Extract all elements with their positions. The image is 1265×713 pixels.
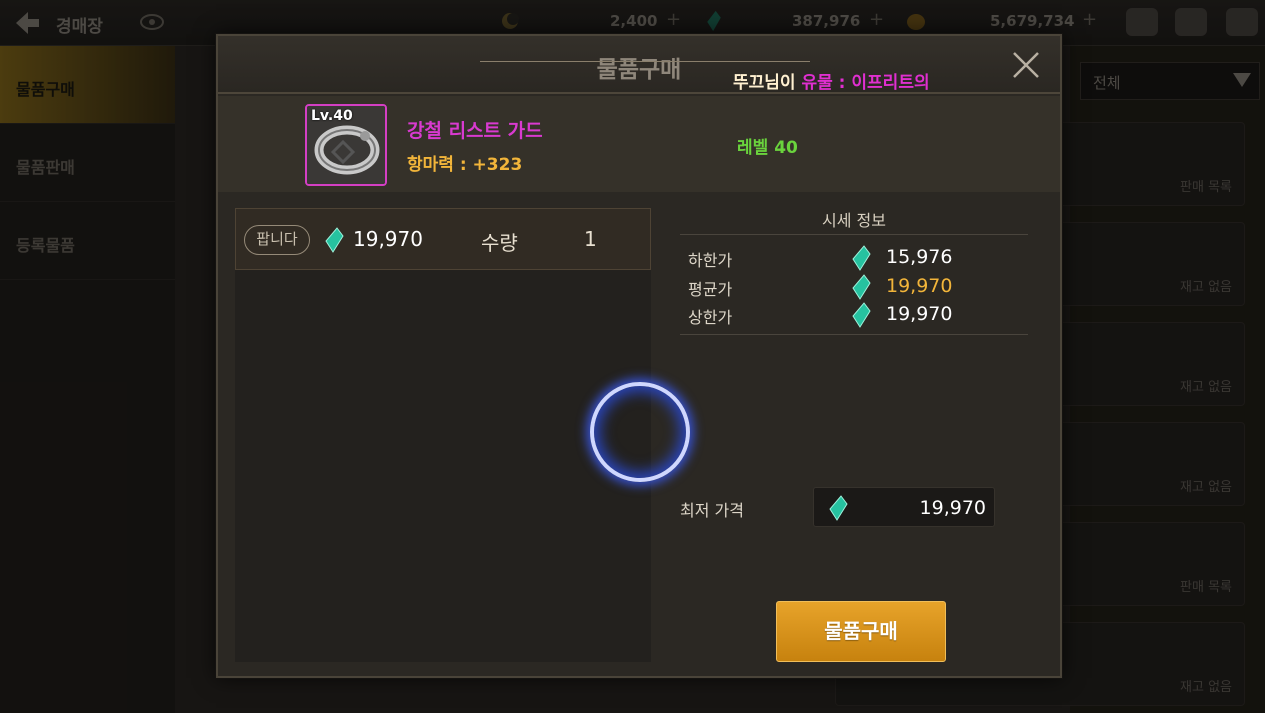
title-divider [480,61,810,62]
listing-row[interactable]: 팝니다 19,970 수량 1 [235,208,651,270]
min-price-value: 19,970 [919,497,986,519]
gem-icon [829,495,848,521]
gem-icon [852,245,871,271]
loading-spinner [590,382,690,482]
buy-button[interactable]: 물품구매 [776,601,946,662]
listing-price: 19,970 [353,227,423,251]
quantity-label: 수량 [481,231,518,255]
dialog-title: 물품구매 [596,57,682,83]
dialog-header: 물품구매 뚜끄님이 유물 : 이프리트의 [218,36,1060,94]
item-required-level: 레벨 40 [737,138,798,158]
purchase-dialog: 물품구매 뚜끄님이 유물 : 이프리트의 Lv.40 강철 리스트 가드 항마력… [216,34,1062,678]
quantity-value: 1 [584,227,597,251]
min-price-box: 19,970 [813,487,995,527]
lower-price-value: 15,976 [886,246,953,268]
divider [680,234,1028,235]
sell-badge: 팝니다 [244,225,310,255]
item-name: 강철 리스트 가드 [407,120,543,142]
system-notice: 뚜끄님이 유물 : 이프리트의 [733,73,930,93]
average-price-label: 평균가 [688,280,733,299]
close-icon[interactable] [1011,50,1041,80]
lower-price-label: 하한가 [688,251,733,270]
gem-icon [325,227,344,253]
listing-panel [235,208,651,662]
item-stat: 항마력 : +323 [407,155,523,175]
min-price-label: 최저 가격 [680,501,744,520]
item-slot[interactable]: Lv.40 [305,104,387,186]
market-info-title: 시세 정보 [822,211,886,230]
average-price-value: 19,970 [886,275,953,297]
item-level-badge: Lv.40 [311,108,353,124]
upper-price-value: 19,970 [886,303,953,325]
gem-icon [852,274,871,300]
item-info: Lv.40 강철 리스트 가드 항마력 : +323 레벨 40 [218,96,1060,192]
divider [680,334,1028,335]
upper-price-label: 상한가 [688,308,733,327]
gem-icon [852,302,871,328]
